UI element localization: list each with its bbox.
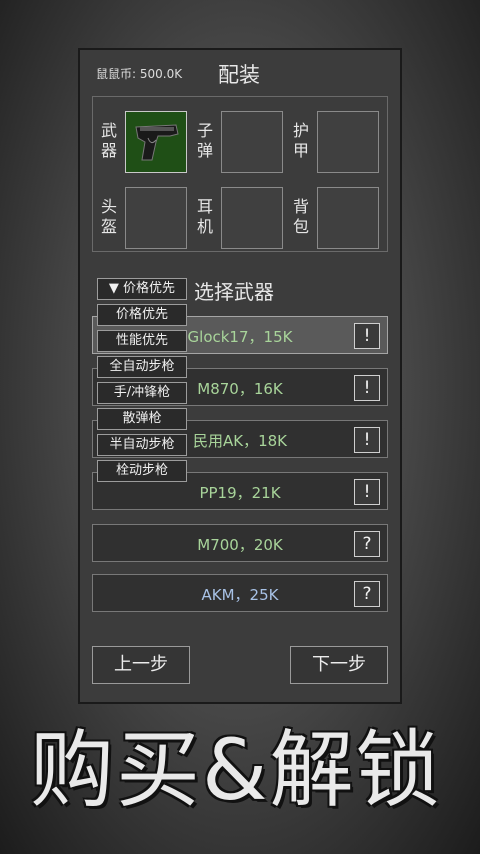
promo-banner-area: 购买&解锁 [0, 700, 480, 854]
weapon-row-akm[interactable]: AKM，25K ? [92, 574, 388, 612]
slot-label-headset: 耳机 [196, 197, 213, 236]
weapon-info-button[interactable]: ! [354, 323, 380, 349]
next-step-button[interactable]: 下一步 [290, 646, 388, 684]
promo-banner-text: 购买&解锁 [30, 721, 442, 819]
equipment-slots: 武器 子弹 护甲 头盔 耳机 背包 [92, 96, 388, 252]
slot-label-backpack: 背包 [292, 197, 309, 236]
sort-option-shotgun[interactable]: 散弹枪 [97, 408, 187, 430]
sort-option-pistol-smg[interactable]: 手/冲锋枪 [97, 382, 187, 404]
weapon-name: AKM，25K [201, 586, 279, 604]
slot-label-weapon: 武器 [100, 121, 117, 160]
sort-option-performance[interactable]: 性能优先 [97, 330, 187, 352]
sort-option-price[interactable]: 价格优先 [97, 304, 187, 326]
weapon-info-button[interactable]: ! [354, 479, 380, 505]
sort-dropdown-list: 价格优先 性能优先 全自动步枪 手/冲锋枪 散弹枪 半自动步枪 栓动步枪 [97, 304, 187, 486]
weapon-row-m700[interactable]: M700，20K ? [92, 524, 388, 562]
weapon-locked-button[interactable]: ? [354, 581, 380, 607]
armor-slot[interactable] [317, 111, 379, 173]
sort-dropdown[interactable]: ▼ 价格优先 [97, 278, 187, 300]
weapon-info-button[interactable]: ! [354, 375, 380, 401]
prev-step-button[interactable]: 上一步 [92, 646, 190, 684]
coin-balance: 鼠鼠币: 500.0K [96, 67, 183, 81]
sort-option-semi-auto-rifle[interactable]: 半自动步枪 [97, 434, 187, 456]
slot-label-helmet: 头盔 [100, 197, 117, 236]
weapon-name: M700，20K [197, 536, 283, 554]
helmet-slot[interactable] [125, 187, 187, 249]
weapon-slot[interactable] [125, 111, 187, 173]
page-title: 配装 [218, 63, 260, 87]
headset-slot[interactable] [221, 187, 283, 249]
ammo-slot[interactable] [221, 111, 283, 173]
sort-option-bolt-action[interactable]: 栓动步枪 [97, 460, 187, 482]
weapon-locked-button[interactable]: ? [354, 531, 380, 557]
slot-label-ammo: 子弹 [196, 121, 213, 160]
weapon-info-button[interactable]: ! [354, 427, 380, 453]
backpack-slot[interactable] [317, 187, 379, 249]
sort-option-auto-rifle[interactable]: 全自动步枪 [97, 356, 187, 378]
weapon-select-title: 选择武器 [194, 280, 274, 304]
slot-label-armor: 护甲 [292, 121, 309, 160]
loadout-panel: 鼠鼠币: 500.0K 配装 武器 子弹 护甲 头盔 耳机 背包 选择武器 Gl… [78, 48, 402, 704]
pistol-icon [127, 113, 185, 171]
